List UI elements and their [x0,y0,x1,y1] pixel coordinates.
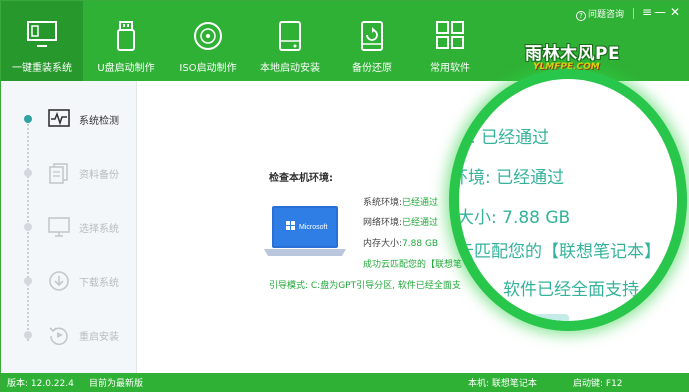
tool-backup-restore[interactable]: 备份还原 [331,1,413,81]
usb-drive-icon [117,21,135,51]
step-select-system: 选择系统 [1,207,137,247]
step-dot [24,169,32,177]
apps-grid-icon [436,21,464,49]
step-label: 资料备份 [79,170,119,181]
laptop-icon: Microsoft [264,206,346,256]
hard-drive-icon [279,21,301,51]
update-status-text: 目前为最新版 [89,379,144,389]
check-value: 7.88 GB [402,239,439,249]
tool-usb-boot[interactable]: U盘启动制作 [85,1,167,81]
zoom-line: 云匹配您的【联想笔记本】 [457,242,661,262]
restart-icon [49,327,68,346]
check-key: 内存大小: [363,239,403,249]
monitor-icon [27,21,57,47]
tool-local-boot[interactable]: 本地启动安装 [249,1,331,81]
check-value: 已经通过 [402,198,439,208]
step-data-backup: 资料备份 [1,153,137,193]
minimize-icon[interactable]: — [654,5,666,19]
step-label: 系统检测 [79,116,119,127]
status-bar: 版本: 12.0.22.4 目前为最新版 本机: 联想笔记本 启动键: F12 [1,373,688,392]
disc-icon [194,22,222,50]
machine-model-text: 本机: 联想笔记本 [468,379,537,389]
step-dot [24,277,32,285]
tool-label: 本地启动安装 [260,63,320,74]
boot-key-text: 启动键: F12 [573,379,623,389]
step-label: 选择系统 [79,224,119,235]
check-row-memory: 内存大小:7.88 GB [363,236,438,249]
magnifier-overlay: 境: 已经通过 环境: 已经通过 大小: 7.88 GB 云匹配您的【联想笔记本… [449,69,687,331]
divider [633,8,634,19]
help-icon: ? [575,11,586,21]
tool-label: U盘启动制作 [97,63,155,74]
document-copy-icon [49,163,68,184]
tool-iso-boot[interactable]: ISO启动制作 [167,1,249,81]
tool-label: 常用软件 [430,63,470,74]
check-env-title: 检查本机环境: [269,173,333,184]
check-key: 网络环境: [363,218,403,228]
tool-one-click-reinstall[interactable]: 一键重装系统 [1,1,83,81]
tool-common-software[interactable]: 常用软件 [409,1,491,81]
app-window: 一键重装系统 U盘启动制作 ISO启动制作 本地启动安装 备份还原 常用软件 雨… [0,0,689,392]
version-text: 版本: 12.0.22.4 [7,379,74,389]
close-icon[interactable]: ✕ [670,5,680,19]
zoom-line: 大小: 7.88 GB [457,208,571,228]
pulse-monitor-icon [48,109,70,127]
download-icon [49,271,69,291]
step-label: 下载系统 [79,278,119,289]
zoom-line: 境: 已经通过 [453,128,550,148]
step-dot [24,331,32,339]
backup-icon [361,21,383,51]
laptop-brand-text: Microsoft [299,224,327,231]
help-consult-link[interactable]: ? 问题咨询 [575,7,624,21]
menu-icon[interactable]: ≡ [642,5,652,19]
step-dot [24,115,32,123]
step-label: 重启安装 [79,332,119,343]
zoom-line: 环境: 已经通过 [451,168,565,188]
check-row-system: 系统环境:已经通过 [363,195,438,208]
step-download-system: 下载系统 [1,261,137,301]
check-value: 已经通过 [402,218,439,228]
monitor-select-icon [48,217,70,237]
check-row-network: 网络环境:已经通过 [363,215,438,228]
check-key: 系统环境: [363,198,403,208]
help-label: 问题咨询 [587,10,624,20]
zoom-line: 软件已经全面支持 [503,280,639,300]
step-system-check: 系统检测 [1,99,137,139]
tool-label: ISO启动制作 [179,63,237,74]
logo-title: 雨林木风PE [525,44,621,64]
tool-label: 一键重装系统 [12,63,72,74]
step-restart-install: 重启安装 [1,315,137,355]
tool-label: 备份还原 [352,63,392,74]
top-toolbar: 一键重装系统 U盘启动制作 ISO启动制作 本地启动安装 备份还原 常用软件 雨… [1,1,688,81]
step-dot [24,223,32,231]
match-result-text: 成功云匹配您的【联想笔 [363,260,463,270]
boot-mode-text: 引导模式: C:盘为GPT引导分区, 软件已经全面支 [269,281,461,291]
step-sidebar: 系统检测 资料备份 选择系统 下载系统 重启安装 [1,81,137,373]
